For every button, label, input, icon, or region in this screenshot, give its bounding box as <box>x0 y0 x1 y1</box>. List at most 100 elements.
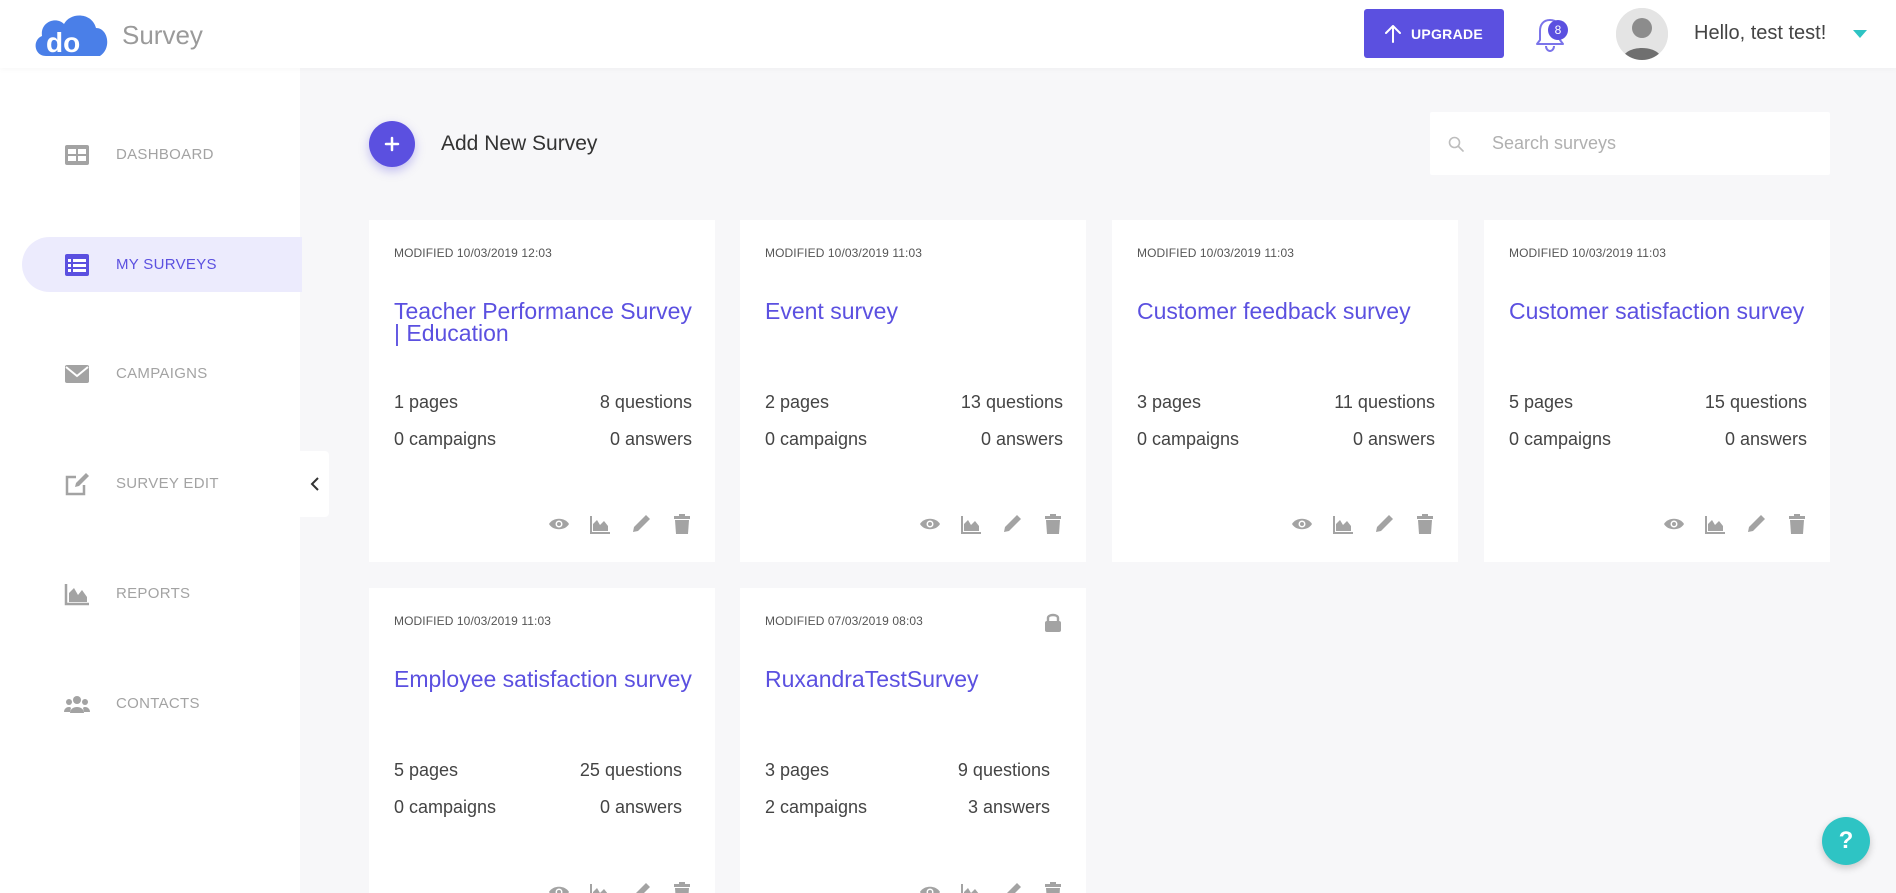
help-button[interactable]: ? <box>1822 817 1870 865</box>
sidebar-item-label: CAMPAIGNS <box>116 365 208 382</box>
add-survey-button[interactable] <box>369 121 415 167</box>
area-chart-icon <box>64 581 90 607</box>
edit-pencil-icon[interactable] <box>1001 881 1023 893</box>
user-menu-caret-icon[interactable] <box>1853 30 1867 38</box>
sidebar-item-survey-edit[interactable]: SURVEY EDIT <box>22 456 302 511</box>
delete-trash-icon[interactable] <box>1042 881 1064 893</box>
upgrade-label: UPGRADE <box>1410 25 1484 42</box>
card-modified-date: MODIFIED 07/03/2019 08:03 <box>765 614 923 628</box>
preview-eye-icon[interactable] <box>919 513 941 535</box>
add-survey-label[interactable]: Add New Survey <box>441 132 597 156</box>
sidebar-item-reports[interactable]: REPORTS <box>22 566 302 621</box>
notifications-button[interactable]: 8 <box>1532 14 1568 54</box>
report-chart-icon[interactable] <box>1704 513 1726 535</box>
sidebar-item-campaigns[interactable]: CAMPAIGNS <box>22 346 302 401</box>
questions-count: 25 questions <box>579 760 682 780</box>
delete-trash-icon[interactable] <box>1786 513 1808 535</box>
sidebar-item-label: REPORTS <box>116 585 191 602</box>
survey-title[interactable]: Event survey <box>765 300 1070 323</box>
survey-title[interactable]: Teacher Performance Survey | Education <box>394 300 699 345</box>
answers-count: 3 answers <box>967 797 1050 817</box>
survey-title[interactable]: Customer feedback survey <box>1137 300 1442 323</box>
card-actions <box>548 513 693 535</box>
edit-pencil-icon[interactable] <box>630 881 652 893</box>
sidebar-collapse-button[interactable] <box>300 451 329 517</box>
pages-count: 5 pages <box>394 760 459 780</box>
answers-count: 0 answers <box>599 797 682 817</box>
sidebar-item-my-surveys[interactable]: MY SURVEYS <box>22 237 302 292</box>
report-chart-icon[interactable] <box>960 513 982 535</box>
search-input[interactable] <box>1492 112 1812 175</box>
card-stats: 5 pages 25 questions 0 campaigns 0 answers <box>394 760 682 834</box>
delete-trash-icon[interactable] <box>671 881 693 893</box>
card-modified-date: MODIFIED 10/03/2019 12:03 <box>394 246 552 260</box>
report-chart-icon[interactable] <box>960 881 982 893</box>
app-title: Survey <box>122 20 203 50</box>
pages-count: 3 pages <box>1137 392 1202 412</box>
questions-count: 8 questions <box>599 392 692 412</box>
sidebar-item-label: CONTACTS <box>116 695 200 712</box>
user-greeting[interactable]: Hello, test test! <box>1694 22 1826 45</box>
sidebar-item-label: DASHBOARD <box>116 146 214 163</box>
card-stats: 1 pages 8 questions 0 campaigns 0 answers <box>394 392 692 466</box>
report-chart-icon[interactable] <box>589 881 611 893</box>
campaigns-count: 2 campaigns <box>765 797 868 817</box>
search-icon <box>1448 136 1464 152</box>
edit-icon <box>64 471 90 497</box>
questions-count: 11 questions <box>1334 392 1435 412</box>
delete-trash-icon[interactable] <box>671 513 693 535</box>
card-modified-date: MODIFIED 10/03/2019 11:03 <box>1137 246 1295 260</box>
preview-eye-icon[interactable] <box>548 881 570 893</box>
survey-card: MODIFIED 10/03/2019 11:03 Employee satis… <box>369 588 715 893</box>
sidebar: DASHBOARD MY SURVEYS CAMPAIGNS SURVEY ED… <box>0 68 302 893</box>
edit-pencil-icon[interactable] <box>630 513 652 535</box>
campaigns-count: 0 campaigns <box>765 429 868 449</box>
card-actions <box>1663 513 1808 535</box>
app-logo[interactable]: do <box>32 10 110 60</box>
card-modified-date: MODIFIED 10/03/2019 11:03 <box>1509 246 1667 260</box>
arrow-up-icon <box>1384 24 1401 43</box>
preview-eye-icon[interactable] <box>919 881 941 893</box>
answers-count: 0 answers <box>1724 429 1807 449</box>
list-icon <box>64 252 90 278</box>
dashboard-icon <box>64 142 90 168</box>
preview-eye-icon[interactable] <box>1663 513 1685 535</box>
campaigns-count: 0 campaigns <box>394 797 497 817</box>
delete-trash-icon[interactable] <box>1414 513 1436 535</box>
card-stats: 3 pages 9 questions 2 campaigns 3 answers <box>765 760 1050 834</box>
preview-eye-icon[interactable] <box>548 513 570 535</box>
report-chart-icon[interactable] <box>1332 513 1354 535</box>
lock-icon <box>1044 612 1062 632</box>
card-actions <box>919 881 1064 893</box>
search-box <box>1430 112 1830 175</box>
sidebar-item-dashboard[interactable]: DASHBOARD <box>22 127 302 182</box>
survey-title[interactable]: RuxandraTestSurvey <box>765 668 1070 691</box>
card-actions <box>1291 513 1436 535</box>
survey-card: MODIFIED 10/03/2019 12:03 Teacher Perfor… <box>369 220 715 562</box>
survey-card: MODIFIED 10/03/2019 11:03 Event survey 2… <box>740 220 1086 562</box>
answers-count: 0 answers <box>980 429 1063 449</box>
questions-count: 13 questions <box>960 392 1063 412</box>
sidebar-item-contacts[interactable]: CONTACTS <box>22 676 302 731</box>
edit-pencil-icon[interactable] <box>1373 513 1395 535</box>
sidebar-item-label: SURVEY EDIT <box>116 475 219 492</box>
survey-title[interactable]: Customer satisfaction survey <box>1509 300 1814 323</box>
card-modified-date: MODIFIED 10/03/2019 11:03 <box>765 246 923 260</box>
pages-count: 2 pages <box>765 392 830 412</box>
survey-card: MODIFIED 10/03/2019 11:03 Customer feedb… <box>1112 220 1458 562</box>
delete-trash-icon[interactable] <box>1042 513 1064 535</box>
card-stats: 3 pages 11 questions 0 campaigns 0 answers <box>1137 392 1435 466</box>
survey-title[interactable]: Employee satisfaction survey <box>394 668 699 691</box>
upgrade-button[interactable]: UPGRADE <box>1364 9 1504 58</box>
preview-eye-icon[interactable] <box>1291 513 1313 535</box>
card-stats: 5 pages 15 questions 0 campaigns 0 answers <box>1509 392 1807 466</box>
card-actions <box>548 881 693 893</box>
pages-count: 1 pages <box>394 392 459 412</box>
edit-pencil-icon[interactable] <box>1001 513 1023 535</box>
envelope-icon <box>64 361 90 387</box>
questions-count: 9 questions <box>957 760 1050 780</box>
avatar[interactable] <box>1616 8 1668 60</box>
pages-count: 3 pages <box>765 760 830 780</box>
report-chart-icon[interactable] <box>589 513 611 535</box>
edit-pencil-icon[interactable] <box>1745 513 1767 535</box>
